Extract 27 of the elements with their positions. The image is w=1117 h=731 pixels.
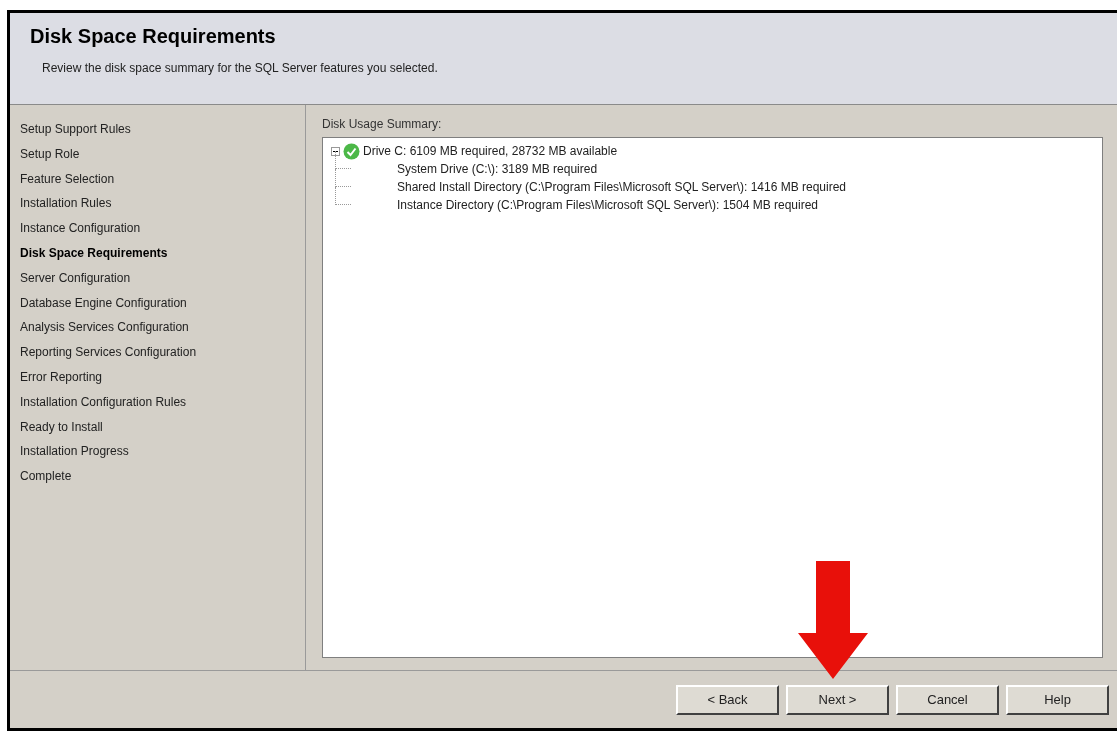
wizard-button[interactable]: Help <box>1006 684 1109 715</box>
step-item: Database Engine Configuration <box>20 294 188 312</box>
collapse-icon[interactable] <box>331 146 340 156</box>
step-item: Error Reporting <box>20 368 104 386</box>
step-item: Complete <box>20 468 73 486</box>
wizard-button[interactable]: < Back <box>676 684 779 715</box>
step-item: Setup Role <box>20 145 81 163</box>
section-label: Disk Usage Summary: <box>322 116 443 133</box>
tree-item: Drive C: 6109 MB required, 28732 MB available <box>363 143 618 160</box>
tree-item: Instance Directory (C:\Program Files\Microsoft SQL Server\): 1504 MB required <box>397 197 819 214</box>
page-title: Disk Space Requirements <box>30 24 277 49</box>
step-item: Installation Configuration Rules <box>20 393 188 411</box>
tree-item: Shared Install Directory (C:\Program Files\Microsoft SQL Server\): 1416 MB required <box>397 179 847 196</box>
step-item: Feature Selection <box>20 170 116 188</box>
step-item: Installation Progress <box>20 443 130 461</box>
step-item: Disk Space Requirements <box>20 245 169 262</box>
step-item: Reporting Services Configuration <box>20 344 198 362</box>
step-item: Instance Configuration <box>20 220 142 238</box>
wizard-button[interactable]: Cancel <box>896 684 999 715</box>
wizard-button[interactable]: Next > <box>786 684 889 715</box>
step-item: Setup Support Rules <box>20 121 132 138</box>
tree-item: System Drive (C:\): 3189 MB required <box>397 161 598 178</box>
step-item: Server Configuration <box>20 269 132 287</box>
step-item: Ready to Install <box>20 418 104 436</box>
step-item: Installation Rules <box>20 195 113 213</box>
step-item: Analysis Services Configuration <box>20 319 190 337</box>
page-subtitle: Review the disk space summary for the SQL Server features you selected. <box>42 60 439 77</box>
